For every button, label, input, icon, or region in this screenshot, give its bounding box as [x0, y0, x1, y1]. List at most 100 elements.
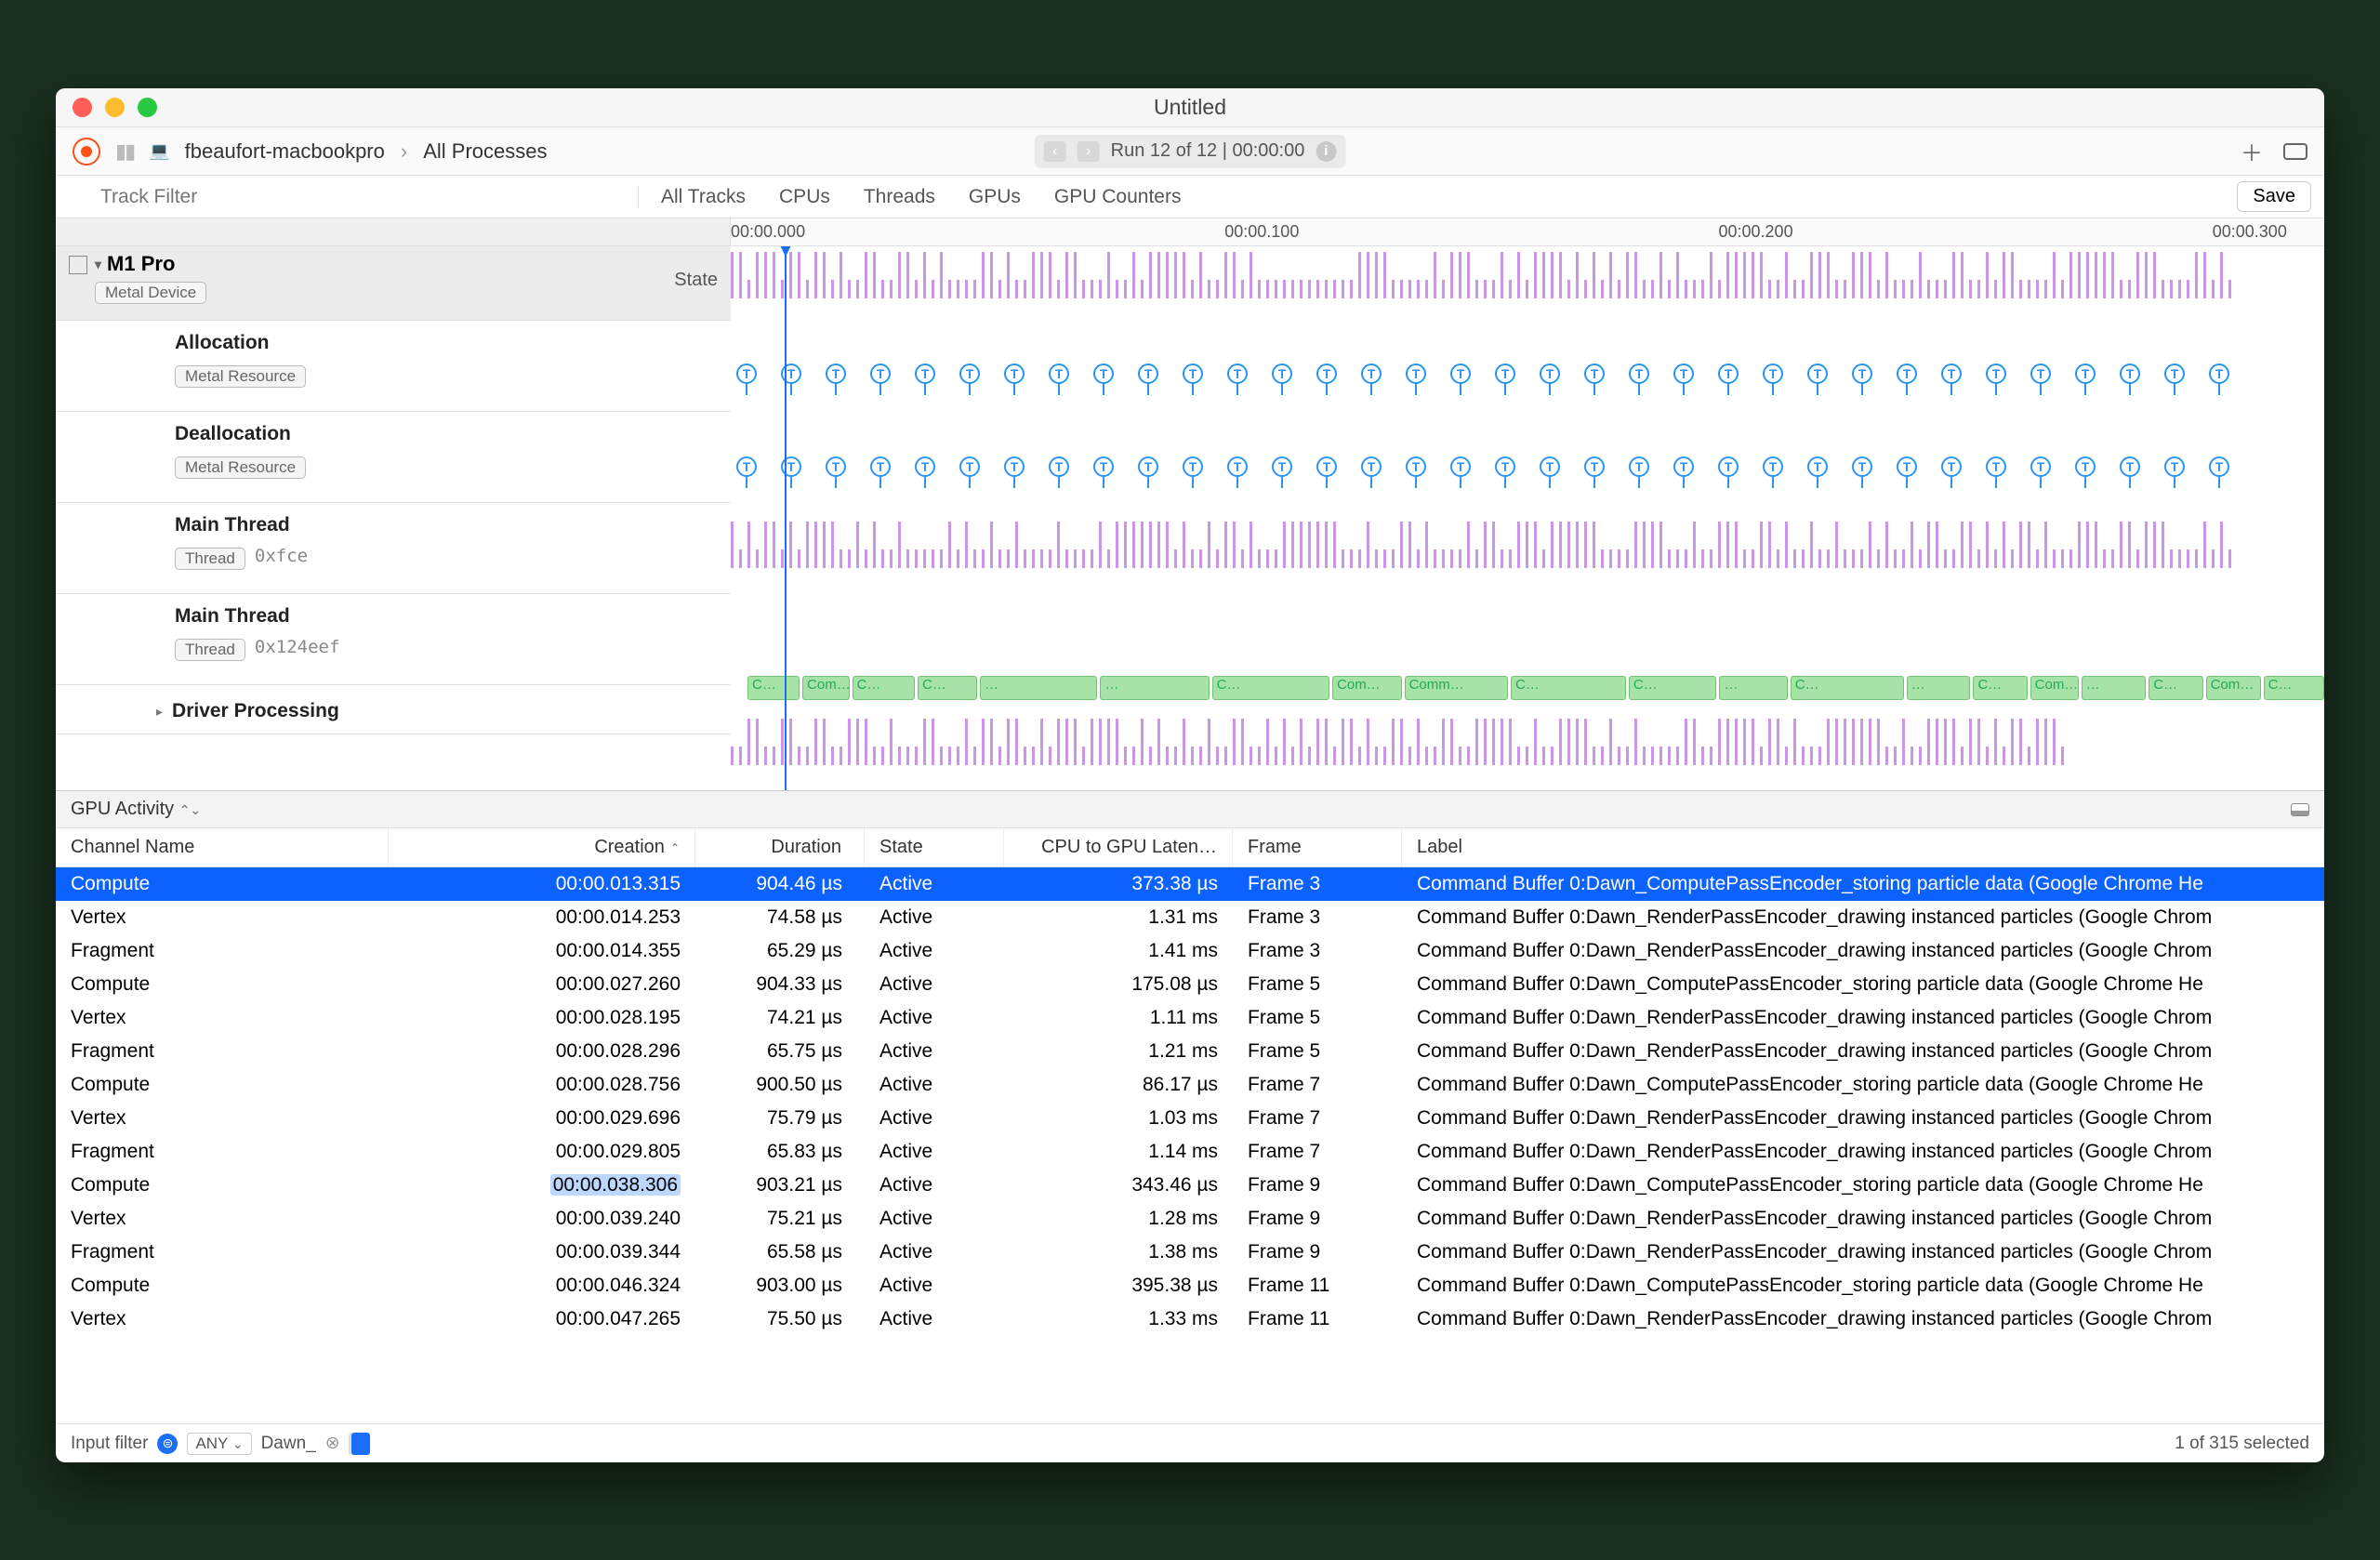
zoom-window-button[interactable] [138, 98, 157, 117]
command-block[interactable]: Com… [2206, 676, 2261, 700]
col-label[interactable]: Label [1402, 828, 2324, 866]
marker-pin[interactable]: T [1584, 456, 1605, 477]
marker-pin[interactable]: T [1852, 456, 1872, 477]
track-filter-input[interactable] [56, 186, 639, 208]
tab-gpus[interactable]: GPUs [969, 186, 1021, 208]
marker-pin[interactable]: T [1093, 456, 1114, 477]
table-row[interactable]: Vertex00:00.029.69675.79 µsActive1.03 ms… [56, 1102, 2324, 1135]
command-block[interactable]: … [980, 676, 1098, 700]
marker-pin[interactable]: T [2120, 456, 2140, 477]
track-row[interactable]: Main ThreadThread0x124eef [56, 594, 731, 685]
marker-pin[interactable]: T [1629, 456, 1649, 477]
marker-pin[interactable]: T [1450, 364, 1471, 384]
breadcrumb-target[interactable]: All Processes [423, 139, 547, 164]
marker-pin[interactable]: T [1540, 364, 1560, 384]
col-frame[interactable]: Frame [1233, 828, 1402, 866]
marker-pin[interactable]: T [1763, 456, 1783, 477]
marker-pin[interactable]: T [2120, 364, 2140, 384]
marker-pin[interactable]: T [1406, 364, 1426, 384]
marker-pin[interactable]: T [1986, 364, 2006, 384]
sidebar-toggle-icon[interactable] [2291, 803, 2309, 816]
table-row[interactable]: Compute00:00.013.315904.46 µsActive373.3… [56, 867, 2324, 901]
marker-pin[interactable]: T [736, 456, 757, 477]
marker-pin[interactable]: T [1450, 456, 1471, 477]
command-block[interactable]: … [1907, 676, 1971, 700]
col-creation[interactable]: Creation⌃ [389, 828, 695, 866]
filter-mode[interactable]: ANY ⌄ [187, 1433, 251, 1455]
command-block[interactable]: Com… [802, 676, 849, 700]
time-ruler[interactable]: 00:00.00000:00.10000:00.20000:00.300 [56, 218, 2324, 246]
table-row[interactable]: Compute00:00.028.756900.50 µsActive86.17… [56, 1068, 2324, 1102]
marker-pin[interactable]: T [1183, 364, 1203, 384]
marker-pin[interactable]: T [1941, 364, 1962, 384]
marker-pin[interactable]: T [1718, 364, 1739, 384]
command-block[interactable]: C… [1212, 676, 1329, 700]
tab-gpu-counters[interactable]: GPU Counters [1054, 186, 1182, 208]
filter-chip-icon[interactable]: ⊜ [157, 1434, 178, 1454]
track-row[interactable]: AllocationMetal Resource [56, 321, 731, 412]
marker-pin[interactable]: T [1763, 364, 1783, 384]
command-block[interactable]: Comm… [1405, 676, 1508, 700]
prev-run-button[interactable]: ‹ [1044, 141, 1066, 162]
clear-filter-icon[interactable]: ⊗ [325, 1433, 340, 1454]
next-run-button[interactable]: › [1078, 141, 1100, 162]
table-row[interactable]: Fragment00:00.029.80565.83 µsActive1.14 … [56, 1135, 2324, 1169]
marker-pin[interactable]: T [2164, 364, 2185, 384]
marker-pin[interactable]: T [915, 364, 935, 384]
marker-pin[interactable]: T [1272, 364, 1292, 384]
command-block[interactable]: … [1100, 676, 1209, 700]
table-row[interactable]: Vertex00:00.039.24075.21 µsActive1.28 ms… [56, 1202, 2324, 1236]
marker-pin[interactable]: T [1673, 364, 1694, 384]
table-row[interactable]: Compute00:00.046.324903.00 µsActive395.3… [56, 1269, 2324, 1302]
marker-pin[interactable]: T [1227, 456, 1248, 477]
tab-cpus[interactable]: CPUs [779, 186, 830, 208]
col-latency[interactable]: CPU to GPU Laten… [1004, 828, 1233, 866]
minimize-window-button[interactable] [105, 98, 125, 117]
marker-pin[interactable]: T [1004, 364, 1025, 384]
command-block[interactable]: C… [1511, 676, 1626, 700]
info-icon[interactable]: i [1316, 141, 1336, 162]
marker-pin[interactable]: T [1361, 456, 1382, 477]
marker-pin[interactable]: T [1227, 364, 1248, 384]
command-block[interactable]: … [1719, 676, 1787, 700]
table-row[interactable]: Vertex00:00.047.26575.50 µsActive1.33 ms… [56, 1302, 2324, 1336]
marker-pin[interactable]: T [1406, 456, 1426, 477]
marker-pin[interactable]: T [2164, 456, 2185, 477]
save-button[interactable]: Save [2237, 181, 2311, 212]
col-channel-name[interactable]: Channel Name [56, 828, 389, 866]
marker-pin[interactable]: T [1049, 364, 1069, 384]
device-header[interactable]: ▾ M1 Pro Metal Device State [56, 246, 731, 321]
chevron-down-icon[interactable]: ▾ [95, 257, 101, 272]
command-block[interactable]: C… [1629, 676, 1717, 700]
marker-pin[interactable]: T [1540, 456, 1560, 477]
marker-pin[interactable]: T [826, 364, 846, 384]
marker-pin[interactable]: T [1093, 364, 1114, 384]
marker-pin[interactable]: T [1897, 364, 1917, 384]
chevron-right-icon[interactable]: ▸ [156, 704, 163, 720]
marker-pin[interactable]: T [1272, 456, 1292, 477]
command-block[interactable]: C… [853, 676, 915, 700]
marker-pin[interactable]: T [1138, 364, 1158, 384]
playhead[interactable] [785, 246, 787, 790]
marker-pin[interactable]: T [1986, 456, 2006, 477]
marker-pin[interactable]: T [1807, 364, 1828, 384]
marker-pin[interactable]: T [1316, 456, 1337, 477]
marker-pin[interactable]: T [870, 456, 891, 477]
marker-pin[interactable]: T [1718, 456, 1739, 477]
marker-pin[interactable]: T [826, 456, 846, 477]
marker-pin[interactable]: T [2209, 364, 2229, 384]
marker-pin[interactable]: T [1852, 364, 1872, 384]
breadcrumb-host[interactable]: fbeaufort-macbookpro [185, 139, 385, 164]
marker-pin[interactable]: T [1049, 456, 1069, 477]
filter-query[interactable]: Dawn_ [261, 1434, 316, 1454]
inspector-toggle-icon[interactable] [2283, 143, 2307, 160]
marker-pin[interactable]: T [1361, 364, 1382, 384]
command-block[interactable]: C… [1791, 676, 1904, 700]
marker-pin[interactable]: T [1183, 456, 1203, 477]
detail-section-header[interactable]: GPU Activity ⌃⌄ [56, 791, 2324, 828]
marker-pin[interactable]: T [1004, 456, 1025, 477]
marker-pin[interactable]: T [1495, 456, 1515, 477]
table-row[interactable]: Compute00:00.027.260904.33 µsActive175.0… [56, 968, 2324, 1001]
marker-pin[interactable]: T [736, 364, 757, 384]
marker-pin[interactable]: T [2030, 456, 2051, 477]
